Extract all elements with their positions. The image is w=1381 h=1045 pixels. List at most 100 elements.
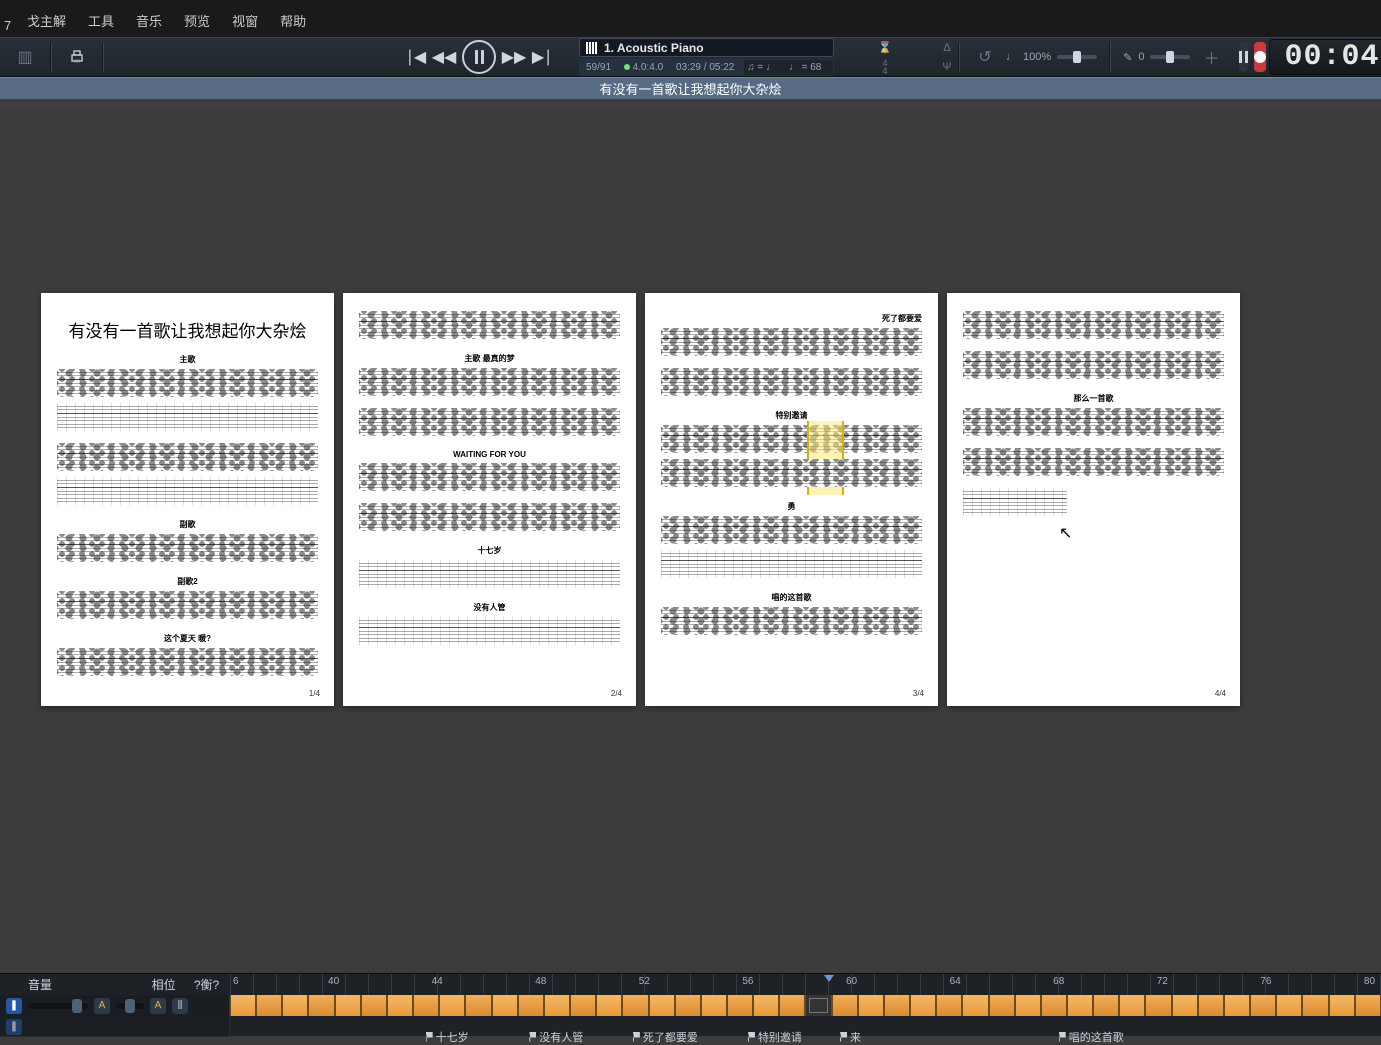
audio-clip[interactable] (1067, 995, 1093, 1016)
flag-icon (840, 1032, 847, 1042)
audio-clip[interactable] (1250, 995, 1276, 1016)
score-page[interactable]: 有没有一首歌让我想起你大杂烩 主歌 副歌 副歌2 这个夏天 暖? 1/4 (41, 293, 334, 706)
audio-clip[interactable] (1302, 995, 1328, 1016)
pan-slider[interactable] (116, 1003, 144, 1009)
audio-clip[interactable] (256, 995, 282, 1016)
channel-expand-icon[interactable]: ❚ (6, 1019, 22, 1035)
print-button[interactable] (62, 42, 92, 72)
metronome-icon[interactable]: ∆ (938, 39, 956, 57)
eq-button[interactable]: ⫼ (172, 998, 188, 1014)
channel-strip[interactable]: ❚ A A ⫼ (0, 995, 230, 1016)
menu-window[interactable]: 视窗 (221, 8, 269, 33)
audio-clip[interactable] (413, 995, 439, 1016)
menu-help[interactable]: 帮助 (269, 8, 317, 33)
audio-clip[interactable] (439, 995, 465, 1016)
audio-clip[interactable] (832, 995, 858, 1016)
audio-clip[interactable] (701, 995, 727, 1016)
audio-clip[interactable] (1093, 995, 1119, 1016)
fast-forward-button[interactable]: ▶▶ (502, 42, 526, 72)
audio-clip[interactable] (1198, 995, 1224, 1016)
rewind-button[interactable]: ◀◀ (432, 42, 456, 72)
audio-clip[interactable] (649, 995, 675, 1016)
timer-icon[interactable]: ⌛ (876, 39, 894, 57)
audio-clip[interactable] (518, 995, 544, 1016)
audio-clip[interactable] (387, 995, 413, 1016)
audio-clip-playing[interactable] (805, 995, 831, 1016)
section-marker[interactable]: 没有人管 (529, 1029, 583, 1045)
audio-clip[interactable] (910, 995, 936, 1016)
zoom-track[interactable] (1057, 55, 1097, 59)
menu-sound[interactable]: 音乐 (125, 8, 173, 33)
add-button[interactable]: ＋ (1196, 42, 1226, 72)
channel-expand-icon[interactable]: ❚ (6, 998, 22, 1014)
audio-clip[interactable] (1015, 995, 1041, 1016)
track-header[interactable]: 1. Acoustic Piano (579, 38, 834, 57)
audio-clip[interactable] (936, 995, 962, 1016)
tune-knob[interactable] (1166, 51, 1174, 63)
audio-clip[interactable] (570, 995, 596, 1016)
solo-button[interactable]: A (150, 998, 166, 1014)
menu-view[interactable]: 预览 (173, 8, 221, 33)
section-marker[interactable]: 死了都要爱 (633, 1029, 698, 1045)
go-end-button[interactable]: ▶∣ (530, 42, 554, 72)
audio-clip[interactable] (1041, 995, 1067, 1016)
score-page[interactable]: 主歌 最真的梦 WAITING FOR YOU 十七岁 没有人管 2/4 (343, 293, 636, 706)
audio-clip[interactable] (361, 995, 387, 1016)
audio-clip[interactable] (779, 995, 805, 1016)
audio-clip[interactable] (753, 995, 779, 1016)
track-status-bar[interactable]: 59/91 4.0:4.0 03:29 / 05:22 ♫ = ♩ ♩ = 68 (579, 59, 834, 76)
audio-clip[interactable] (989, 995, 1015, 1016)
volume-slider[interactable] (28, 1003, 88, 1009)
clip-lane[interactable] (230, 995, 1381, 1016)
playhead-marker[interactable] (824, 975, 834, 982)
flag-icon (426, 1032, 433, 1042)
menu-tools[interactable]: 工具 (77, 8, 125, 33)
audio-clip[interactable] (884, 995, 910, 1016)
mute-button[interactable]: A (94, 998, 110, 1014)
audio-clip[interactable] (962, 995, 988, 1016)
bar-ruler[interactable]: 6 40 44 48 52 56 60 64 68 72 76 80 (230, 974, 1381, 995)
pause-button[interactable] (1239, 42, 1248, 72)
audio-clip[interactable] (282, 995, 308, 1016)
score-page[interactable]: 死了都要爱 特别邀请 勇 唱的这首歌 3/4 (645, 293, 938, 706)
section-marker[interactable]: 特别邀请 (748, 1029, 802, 1045)
section-marker[interactable]: 十七岁 (426, 1029, 469, 1045)
audio-clip[interactable] (1329, 995, 1355, 1016)
audio-clip[interactable] (727, 995, 753, 1016)
loop-button[interactable]: ↺ (970, 42, 1000, 72)
audio-clip[interactable] (230, 995, 256, 1016)
audio-clip[interactable] (1145, 995, 1171, 1016)
menu-annotation[interactable]: 戈主解 (16, 8, 77, 33)
tuning-fork-icon[interactable]: Ψ (938, 58, 956, 76)
audio-clip[interactable] (544, 995, 570, 1016)
audio-clip[interactable] (858, 995, 884, 1016)
audio-clip[interactable] (622, 995, 648, 1016)
panel-toggle-icon[interactable]: ▥ (10, 42, 40, 72)
channel-strip[interactable]: ❚ (0, 1016, 230, 1037)
play-pause-button[interactable] (462, 40, 496, 74)
score-canvas[interactable]: 有没有一首歌让我想起你大杂烩 主歌 副歌 副歌2 这个夏天 暖? 1/4 主歌 … (0, 100, 1381, 973)
go-start-button[interactable]: ∣◀ (404, 42, 428, 72)
audio-clip[interactable] (308, 995, 334, 1016)
tune-slider[interactable]: ✎ 0 (1119, 46, 1194, 68)
tune-track[interactable] (1150, 55, 1190, 59)
menu-bar: 7 戈主解 工具 音乐 预览 视窗 帮助 (0, 0, 1381, 37)
audio-clip[interactable] (492, 995, 518, 1016)
audio-clip[interactable] (675, 995, 701, 1016)
section-marker[interactable]: 唱的这首歌 (1059, 1029, 1124, 1045)
audio-clip[interactable] (1119, 995, 1145, 1016)
zoom-knob[interactable] (1073, 51, 1081, 63)
audio-clip[interactable] (465, 995, 491, 1016)
score-page[interactable]: 那么一首歌 4/4 ↖ (947, 293, 1240, 706)
audio-clip[interactable] (1276, 995, 1302, 1016)
audio-clip[interactable] (596, 995, 622, 1016)
zoom-slider[interactable]: ♩ 100% (1002, 46, 1101, 68)
grand-staff (661, 328, 922, 356)
audio-clip[interactable] (1224, 995, 1250, 1016)
audio-clip[interactable] (335, 995, 361, 1016)
audio-clip[interactable] (1355, 995, 1381, 1016)
time-sig-icon[interactable]: 44 (876, 58, 894, 76)
record-button[interactable] (1254, 42, 1266, 72)
audio-clip[interactable] (1172, 995, 1198, 1016)
section-marker[interactable]: 来 (840, 1029, 861, 1045)
